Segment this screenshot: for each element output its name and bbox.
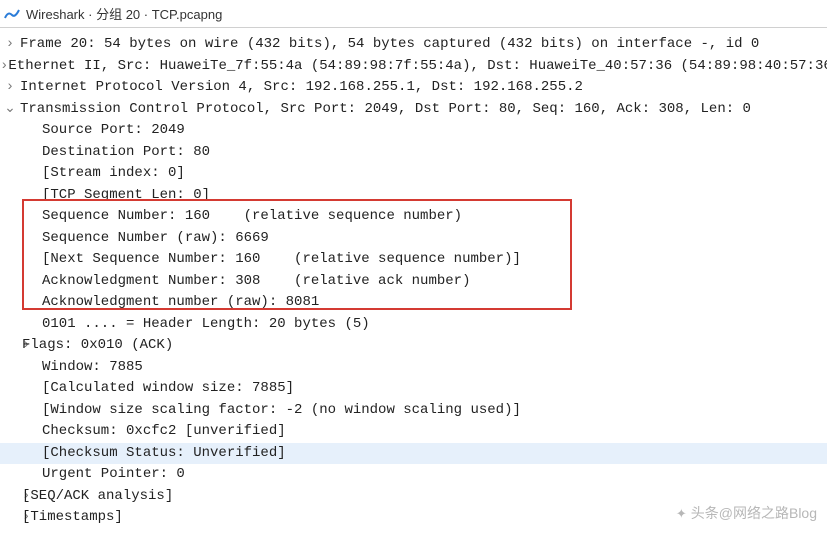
field-window-scaling-factor[interactable]: [Window size scaling factor: -2 (no wind…	[0, 400, 827, 422]
tree-row-tcp[interactable]: ⌄Transmission Control Protocol, Src Port…	[0, 99, 827, 121]
watermark: ✦ 头条@网络之路Blog	[676, 503, 817, 525]
ethernet-summary: Ethernet II, Src: HuaweiTe_7f:55:4a (54:…	[8, 56, 827, 78]
flags-summary: Flags: 0x010 (ACK)	[22, 335, 173, 357]
timestamps-label: [Timestamps]	[22, 507, 123, 529]
field-tcp-segment-len[interactable]: [TCP Segment Len: 0]	[0, 185, 827, 207]
field-checksum-status[interactable]: [Checksum Status: Unverified]	[0, 443, 827, 465]
field-sequence-number[interactable]: Sequence Number: 160 (relative sequence …	[0, 206, 827, 228]
tcp-summary: Transmission Control Protocol, Src Port:…	[20, 99, 751, 121]
chevron-down-icon[interactable]: ⌄	[0, 99, 20, 121]
frame-summary: Frame 20: 54 bytes on wire (432 bits), 5…	[20, 34, 759, 56]
field-checksum[interactable]: Checksum: 0xcfc2 [unverified]	[0, 421, 827, 443]
wireshark-logo-icon	[4, 6, 20, 22]
tree-row-ip[interactable]: ›Internet Protocol Version 4, Src: 192.1…	[0, 77, 827, 99]
field-window[interactable]: Window: 7885	[0, 357, 827, 379]
ip-summary: Internet Protocol Version 4, Src: 192.16…	[20, 77, 583, 99]
window-title: Wireshark · 分组 20 · TCP.pcapng	[26, 4, 222, 23]
field-urgent-pointer[interactable]: Urgent Pointer: 0	[0, 464, 827, 486]
field-stream-index[interactable]: [Stream index: 0]	[0, 163, 827, 185]
titlebar: Wireshark · 分组 20 · TCP.pcapng	[0, 0, 827, 28]
field-destination-port[interactable]: Destination Port: 80	[0, 142, 827, 164]
chevron-right-icon[interactable]: ›	[0, 335, 22, 357]
field-next-sequence-number[interactable]: [Next Sequence Number: 160 (relative seq…	[0, 249, 827, 271]
chevron-right-icon[interactable]: ›	[0, 77, 20, 99]
chevron-right-icon[interactable]: ›	[0, 34, 20, 56]
field-source-port[interactable]: Source Port: 2049	[0, 120, 827, 142]
watermark-icon: ✦	[676, 503, 687, 525]
packet-details-pane[interactable]: ›Frame 20: 54 bytes on wire (432 bits), …	[0, 28, 827, 529]
chevron-right-icon[interactable]: ›	[0, 486, 22, 508]
seq-ack-label: [SEQ/ACK analysis]	[22, 486, 173, 508]
tree-row-ethernet[interactable]: ›Ethernet II, Src: HuaweiTe_7f:55:4a (54…	[0, 56, 827, 78]
chevron-right-icon[interactable]: ›	[0, 507, 22, 529]
field-acknowledgment-number[interactable]: Acknowledgment Number: 308 (relative ack…	[0, 271, 827, 293]
field-header-length[interactable]: 0101 .... = Header Length: 20 bytes (5)	[0, 314, 827, 336]
watermark-text: 头条@网络之路Blog	[691, 503, 817, 525]
chevron-right-icon[interactable]: ›	[0, 56, 8, 78]
tree-row-frame[interactable]: ›Frame 20: 54 bytes on wire (432 bits), …	[0, 34, 827, 56]
tree-row-flags[interactable]: ›Flags: 0x010 (ACK)	[0, 335, 827, 357]
field-acknowledgment-number-raw[interactable]: Acknowledgment number (raw): 8081	[0, 292, 827, 314]
field-calculated-window-size[interactable]: [Calculated window size: 7885]	[0, 378, 827, 400]
field-sequence-number-raw[interactable]: Sequence Number (raw): 6669	[0, 228, 827, 250]
